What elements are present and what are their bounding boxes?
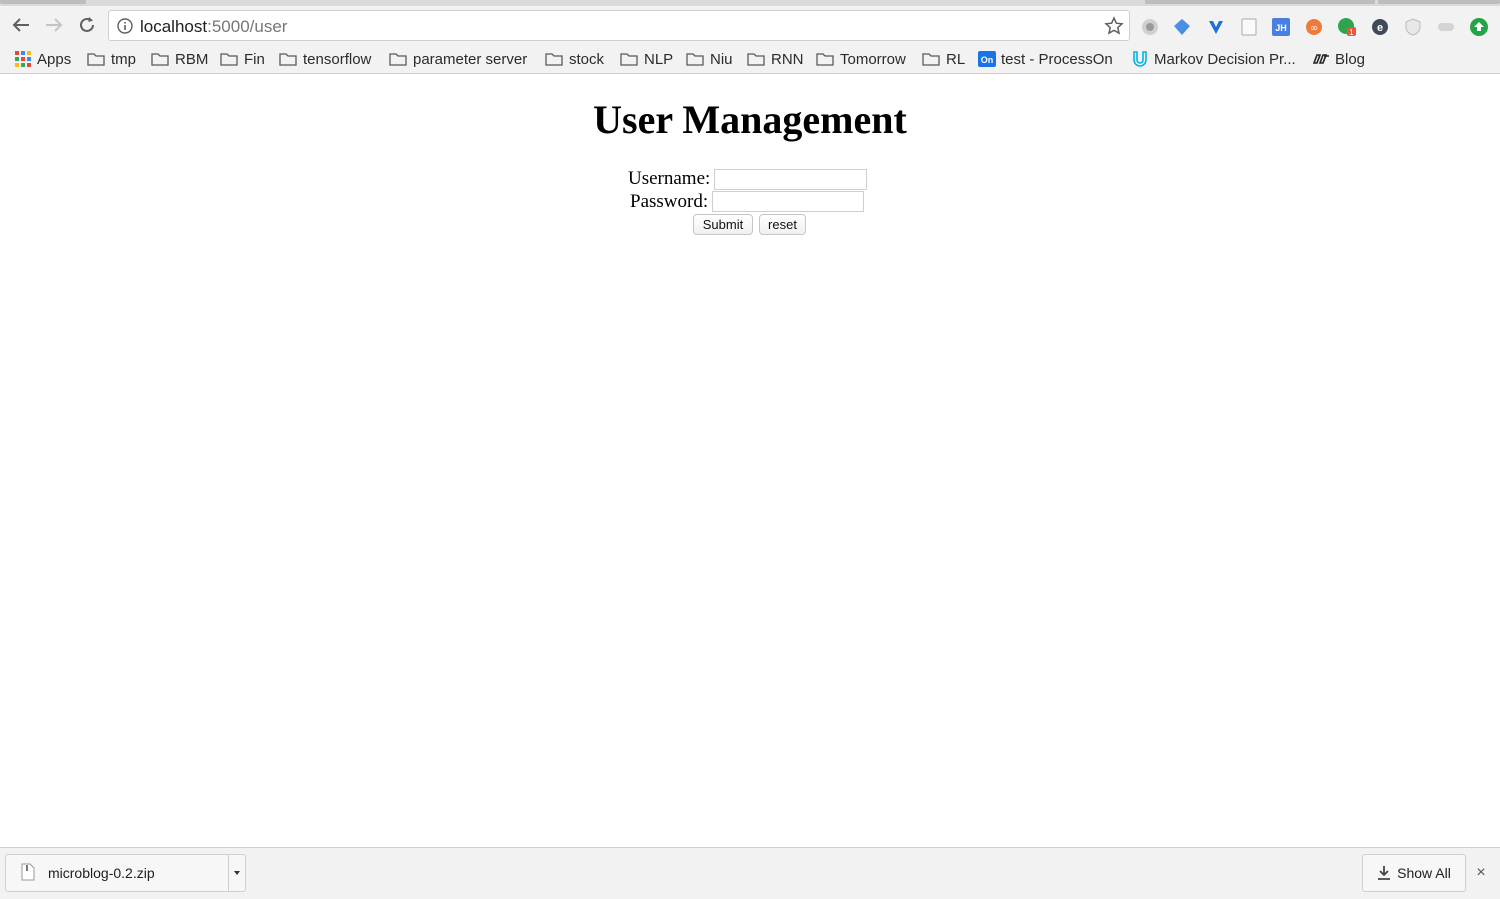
url-path: :5000/user (207, 17, 288, 36)
folder-icon (620, 53, 638, 66)
udacity-favicon-icon (1133, 51, 1147, 67)
download-shelf: microblog-0.2.zip Show All × (0, 847, 1500, 899)
bookmark-folder-parameter-server[interactable]: parameter server (389, 49, 527, 69)
tab-edge[interactable] (0, 0, 86, 4)
password-label: Password: (630, 191, 709, 212)
username-row: Username: (0, 168, 1500, 190)
file-icon (21, 863, 35, 881)
bookmark-label: Niu (710, 50, 733, 68)
page-content: User Management Username: Password: Subm… (0, 75, 1500, 847)
bookmark-folder-rl[interactable]: RL (922, 49, 965, 69)
bookmarks-bar: Apps tmp RBM Fin tensorflow parameter se… (0, 44, 1500, 74)
folder-icon (220, 53, 238, 66)
diamond-extension-icon[interactable] (1172, 17, 1192, 37)
browser-toolbar: localhost:5000/user JH ∞ 1 e (0, 6, 1500, 44)
info-icon[interactable] (117, 18, 133, 34)
username-label: Username: (628, 168, 711, 189)
globe-extension-icon[interactable] (1140, 17, 1160, 37)
username-input[interactable] (714, 169, 867, 190)
bookmark-blog[interactable]: Blog (1312, 49, 1365, 69)
show-all-label: Show All (1397, 865, 1451, 881)
bookmark-label: Fin (244, 50, 265, 68)
bookmark-label: RL (946, 50, 966, 68)
bookmark-label: stock (569, 50, 605, 68)
svg-text:On: On (981, 55, 994, 65)
jh-extension-icon[interactable]: JH (1271, 17, 1291, 37)
folder-icon (545, 53, 563, 66)
bookmark-folder-stock[interactable]: stock (545, 49, 604, 69)
address-bar[interactable]: localhost:5000/user (108, 10, 1130, 41)
folder-icon (816, 53, 834, 66)
show-all-button[interactable]: Show All (1362, 854, 1466, 892)
bookmark-label: tmp (111, 50, 137, 68)
bookmark-folder-tensorflow[interactable]: tensorflow (279, 49, 371, 69)
folder-icon (151, 53, 169, 66)
bookmark-markov-decision[interactable]: Markov Decision Pr... (1131, 49, 1296, 69)
folder-icon (686, 53, 704, 66)
password-row: Password: (0, 191, 1500, 213)
reload-button[interactable] (74, 12, 100, 38)
svg-text:JH: JH (1275, 23, 1287, 33)
bookmark-folder-nlp[interactable]: NLP (620, 49, 673, 69)
forward-button[interactable] (41, 12, 67, 38)
close-shelf-button[interactable]: × (1472, 864, 1490, 882)
bookmark-folder-tmp[interactable]: tmp (87, 49, 136, 69)
page-extension-icon[interactable] (1239, 17, 1259, 37)
bookmark-label: RNN (771, 50, 804, 68)
download-file-name: microblog-0.2.zip (48, 865, 155, 881)
shield-extension-icon[interactable] (1403, 17, 1423, 37)
processon-favicon-icon: On (978, 51, 996, 67)
e-extension-icon[interactable]: e (1370, 17, 1390, 37)
bookmark-folder-rbm[interactable]: RBM (151, 49, 208, 69)
submit-button[interactable]: Submit (693, 214, 753, 235)
link-extension-icon[interactable] (1436, 17, 1456, 37)
reload-icon (80, 17, 94, 32)
folder-icon (922, 53, 940, 66)
bookmark-label: Tomorrow (840, 50, 906, 68)
bookmark-label: NLP (644, 50, 674, 68)
upload-extension-icon[interactable] (1469, 17, 1489, 37)
caret-down-icon (234, 871, 240, 875)
bookmark-label: Apps (37, 50, 72, 68)
bookmark-folder-niu[interactable]: Niu (686, 49, 733, 69)
bookmark-label: RBM (175, 50, 209, 68)
download-menu-button[interactable] (228, 855, 245, 891)
folder-icon (747, 53, 765, 66)
bookmark-apps[interactable]: Apps (15, 49, 71, 69)
bookmark-folder-rnn[interactable]: RNN (747, 49, 804, 69)
bookmark-processon[interactable]: On test - ProcessOn (978, 49, 1113, 69)
bookmark-folder-tomorrow[interactable]: Tomorrow (816, 49, 906, 69)
back-arrow-icon (12, 18, 29, 32)
infinity-extension-icon[interactable]: ∞ (1304, 17, 1324, 37)
blog-favicon-icon (1312, 54, 1329, 64)
bookmark-label: parameter server (413, 50, 528, 68)
svg-text:e: e (1377, 22, 1383, 34)
url-host: localhost (140, 17, 208, 36)
bookmark-star-icon[interactable] (1104, 16, 1124, 36)
download-icon (1378, 866, 1391, 880)
folder-icon (389, 53, 407, 66)
svg-text:∞: ∞ (1310, 23, 1318, 34)
v-extension-icon[interactable] (1206, 17, 1226, 37)
password-input[interactable] (712, 191, 864, 212)
tab-edge[interactable] (1145, 0, 1375, 4)
forward-arrow-icon (46, 18, 63, 32)
bookmark-label: Markov Decision Pr... (1154, 50, 1296, 68)
notification-extension-icon[interactable]: 1 (1337, 17, 1357, 37)
bookmark-label: tensorflow (303, 50, 372, 68)
download-item[interactable]: microblog-0.2.zip (5, 854, 246, 892)
svg-text:1: 1 (1349, 28, 1354, 37)
apps-grid-icon (15, 51, 31, 67)
reset-button[interactable]: reset (759, 214, 806, 235)
page-title: User Management (593, 97, 907, 142)
url-text[interactable]: localhost:5000/user (140, 17, 287, 36)
folder-icon (279, 53, 297, 66)
back-button[interactable] (8, 12, 34, 38)
bookmark-label: test - ProcessOn (1001, 50, 1113, 68)
bookmark-folder-fin[interactable]: Fin (220, 49, 265, 69)
tab-edge[interactable] (1378, 0, 1500, 4)
bookmark-label: Blog (1335, 50, 1366, 68)
folder-icon (87, 53, 105, 66)
